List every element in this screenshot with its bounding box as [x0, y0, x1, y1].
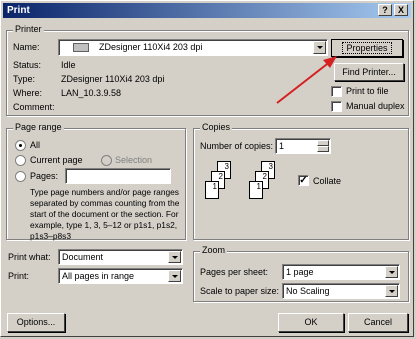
spin-down-icon[interactable]	[317, 146, 329, 152]
print-what-value: Document	[62, 252, 104, 262]
chevron-down-icon[interactable]	[385, 285, 398, 297]
pages-per-sheet-label: Pages per sheet:	[200, 267, 269, 277]
type-label: Type:	[13, 74, 36, 84]
title-bar[interactable]: Print ? X	[3, 3, 411, 18]
scale-to-paper-size-value: No Scaling	[286, 286, 330, 296]
printer-icon	[73, 43, 89, 52]
copies-group-label: Copies	[200, 122, 233, 132]
where-label: Where:	[13, 88, 43, 98]
scale-to-paper-size-dropdown[interactable]: No Scaling	[282, 283, 400, 299]
all-label: All	[30, 140, 41, 150]
selection-label: Selection	[115, 155, 153, 165]
number-of-copies-input[interactable]: 1	[275, 138, 331, 154]
close-button[interactable]: X	[394, 4, 408, 16]
print-what-dropdown[interactable]: Document	[58, 249, 183, 265]
name-label: Name:	[13, 42, 40, 52]
type-value: ZDesigner 110Xi4 203 dpi	[61, 74, 165, 84]
page-range-group-label: Page range	[13, 122, 64, 132]
manual-duplex-label: Manual duplex	[346, 101, 405, 111]
number-of-copies-label: Number of copies:	[200, 141, 274, 151]
collate-checkbox[interactable]: ✓	[298, 175, 309, 186]
status-label: Status:	[13, 60, 42, 70]
annotation-arrow-icon	[276, 56, 337, 104]
printer-name-value: ZDesigner 110Xi4 203 dpi	[99, 42, 203, 52]
current-page-label: Current page	[30, 155, 83, 165]
pages-input[interactable]	[65, 168, 171, 184]
ok-button[interactable]: OK	[278, 313, 344, 332]
pages-per-sheet-value: 1 page	[286, 267, 314, 277]
selection-radio	[101, 155, 112, 166]
print-what-label: Print what:	[8, 252, 51, 262]
help-button[interactable]: ?	[378, 4, 392, 16]
print-label: Print:	[8, 271, 30, 281]
print-dialog: Print ? X Printer Name: ZDesigner 110Xi4…	[0, 0, 414, 337]
cancel-button[interactable]: Cancel	[348, 313, 408, 332]
comment-label: Comment:	[13, 102, 55, 112]
chevron-down-icon[interactable]	[385, 266, 398, 278]
print-dropdown[interactable]: All pages in range	[58, 268, 183, 284]
status-value: Idle	[61, 60, 76, 70]
print-to-file-label: Print to file	[346, 86, 389, 96]
window-title: Print	[7, 5, 30, 16]
print-value: All pages in range	[62, 271, 135, 281]
scale-to-paper-size-label: Scale to paper size:	[200, 286, 280, 296]
chevron-down-icon[interactable]	[168, 251, 181, 263]
pages-label: Pages:	[30, 171, 59, 181]
options-button[interactable]: Options...	[7, 313, 65, 332]
where-value: LAN_10.3.9.58	[61, 88, 122, 98]
pages-per-sheet-dropdown[interactable]: 1 page	[282, 264, 400, 280]
number-of-copies-value: 1	[279, 141, 285, 151]
chevron-down-icon[interactable]	[168, 270, 181, 282]
printer-group-label: Printer	[13, 24, 44, 34]
page-range-help-text: Type page numbers and/or page ranges sep…	[30, 187, 180, 241]
zoom-group-label: Zoom	[200, 245, 228, 255]
current-page-radio[interactable]	[15, 155, 26, 166]
all-radio[interactable]	[15, 140, 26, 151]
collate-label: Collate	[313, 176, 342, 186]
pages-radio[interactable]	[15, 171, 26, 182]
